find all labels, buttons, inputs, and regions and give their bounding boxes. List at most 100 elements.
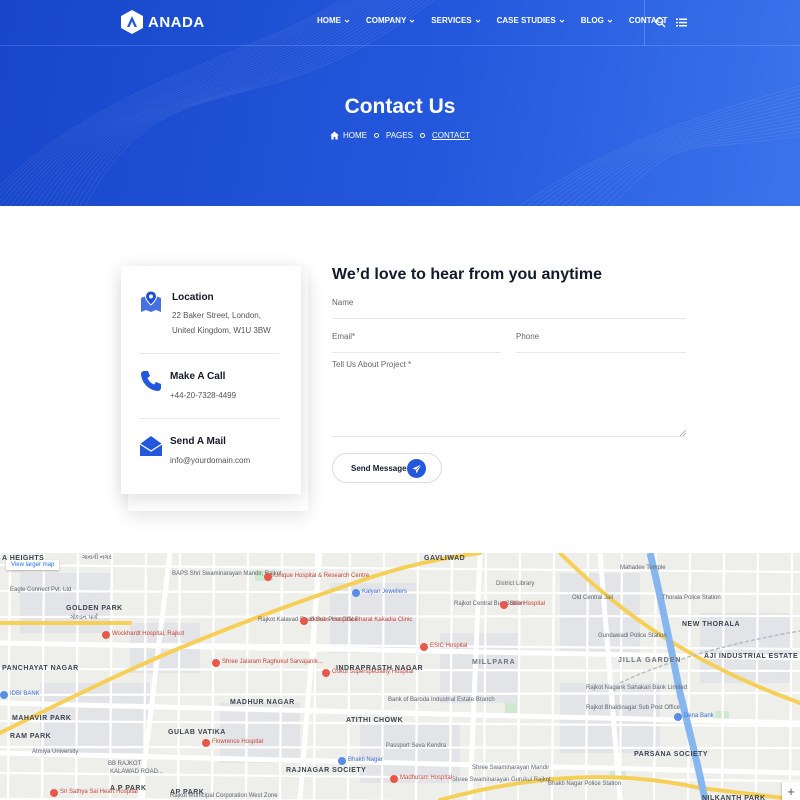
- nav-divider: [644, 0, 645, 46]
- map-poi-pin-icon[interactable]: [674, 713, 682, 721]
- map-poi-pin-icon[interactable]: [322, 669, 330, 677]
- map-place-label[interactable]: PARSANA SOCIETY: [634, 751, 708, 758]
- nav-item-label: HOME: [317, 16, 341, 25]
- map-place-label[interactable]: Dena Bank: [684, 713, 714, 720]
- map-place-label[interactable]: Bhakti Nagar: [348, 757, 383, 764]
- map-place-label[interactable]: NEW THORALA: [682, 621, 740, 628]
- map-place-label[interactable]: IDBI BANK: [10, 691, 40, 698]
- map-place-label[interactable]: GOLDEN PARK: [66, 605, 123, 612]
- map-place-label[interactable]: Flowrence Hospital: [212, 739, 263, 746]
- nav-item-case-studies[interactable]: CASE STUDIES: [497, 16, 565, 25]
- map-place-label[interactable]: RAM PARK: [10, 733, 51, 740]
- map-place-label[interactable]: Rajkot Bhaktinagar Sub Post Office: [586, 705, 680, 712]
- nav-item-label: COMPANY: [366, 16, 407, 25]
- map-place-label[interactable]: Bank of Baroda Industrial Estate Branch: [388, 697, 495, 704]
- map-poi-pin-icon[interactable]: [212, 659, 220, 667]
- map-place-label[interactable]: NILKANTH PARK: [702, 795, 766, 800]
- home-icon: [330, 131, 339, 140]
- map-place-label[interactable]: Shiv Hospital: [510, 601, 545, 608]
- map-place-label[interactable]: Shree Jalaram Raghukul Sarvajanik...: [222, 659, 323, 666]
- map-place-label[interactable]: Atmiya University: [32, 749, 78, 756]
- breadcrumb-home[interactable]: HOME: [343, 131, 367, 140]
- map-place-label[interactable]: Kalyan Jewellers: [362, 589, 407, 596]
- map-place-label[interactable]: A P PARK: [110, 785, 147, 792]
- mail-envelope-icon: [139, 436, 163, 456]
- map-place-label[interactable]: RAJNAGAR SOCIETY: [286, 767, 366, 774]
- map-place-label[interactable]: Bhakti Nagar Police Station: [548, 781, 621, 788]
- map-place-label[interactable]: AJI INDUSTRIAL ESTATE: [704, 653, 798, 660]
- location-map[interactable]: A HEIGHTS ગાયત્રી નગર Eagle Connect Pvt. L…: [0, 553, 800, 800]
- nav-item-label: SERVICES: [431, 16, 472, 25]
- page-title: Contact Us: [344, 95, 456, 118]
- send-message-button[interactable]: Send Message: [332, 453, 442, 483]
- map-poi-pin-icon[interactable]: [338, 757, 346, 765]
- name-field-wrapper: [332, 298, 686, 319]
- breadcrumb-pages[interactable]: PAGES: [386, 131, 413, 140]
- mail-address[interactable]: info@yourdomain.com: [170, 453, 250, 468]
- breadcrumb-separator-icon: [373, 133, 379, 138]
- map-place-label[interactable]: PANCHAYAT NAGAR: [2, 665, 79, 672]
- nav-item-blog[interactable]: BLOG: [581, 16, 613, 25]
- map-poi-pin-icon[interactable]: [202, 739, 210, 747]
- map-place-label[interactable]: Senses Hospital Bharat Kakadia Clinic: [310, 617, 412, 624]
- map-place-label[interactable]: Rajkot Municipal Corporation West Zone: [170, 793, 278, 800]
- map-place-label[interactable]: Eagle Connect Pvt. Ltd: [10, 587, 71, 594]
- breadcrumb-current[interactable]: CONTACT: [432, 131, 470, 140]
- phone-input[interactable]: [516, 332, 686, 341]
- search-icon[interactable]: [655, 17, 666, 28]
- chevron-down-icon: [475, 19, 480, 23]
- map-place-label[interactable]: MILLPARA: [472, 659, 516, 666]
- name-input[interactable]: [332, 298, 686, 307]
- map-place-label[interactable]: GAVLIWAD: [424, 555, 465, 562]
- map-place-label[interactable]: ATITHI CHOWK: [346, 717, 403, 724]
- map-place-label[interactable]: ESIC Hospital: [430, 643, 467, 650]
- brand-logo[interactable]: ANADA: [120, 9, 205, 35]
- map-place-label[interactable]: ગોલ્ડન પાર્ક: [70, 615, 98, 622]
- map-place-label[interactable]: INDRAPRASTH NAGAR: [336, 665, 423, 672]
- map-place-label[interactable]: Old Central Jail: [572, 595, 613, 602]
- map-place-label[interactable]: JILLA GARDEN: [618, 657, 681, 664]
- map-poi-pin-icon[interactable]: [420, 643, 428, 651]
- map-poi-pin-icon[interactable]: [300, 617, 308, 625]
- contact-form-title: We’d love to hear from you anytime: [332, 266, 602, 283]
- map-place-label[interactable]: MADHUR NAGAR: [230, 699, 295, 706]
- map-poi-pin-icon[interactable]: [500, 601, 508, 609]
- email-input[interactable]: [332, 332, 501, 341]
- map-place-label[interactable]: Rajkot Nagarik Sahakari Bank Limited: [586, 685, 687, 692]
- map-location-icon: [141, 290, 161, 312]
- map-poi-pin-icon[interactable]: [102, 631, 110, 639]
- map-place-label[interactable]: KALAWAD ROAD...: [110, 769, 163, 776]
- map-poi-pin-icon[interactable]: [352, 589, 360, 597]
- call-phone-number[interactable]: +44-20-7328-4499: [170, 388, 236, 403]
- map-place-label[interactable]: Shree Swaminarayan Mandir: [472, 765, 549, 772]
- map-place-label[interactable]: BB RAJKOT: [108, 761, 141, 768]
- nav-item-home[interactable]: HOME: [317, 16, 350, 25]
- resize-grip-icon[interactable]: [680, 430, 686, 436]
- map-place-label[interactable]: Gundawadi Police Station: [598, 633, 667, 640]
- map-place-label[interactable]: Passport Seva Kendra: [386, 743, 446, 750]
- nav-item-company[interactable]: COMPANY: [366, 16, 415, 25]
- menu-list-icon[interactable]: [676, 17, 687, 28]
- map-place-label[interactable]: ગાયત્રી નગર: [82, 555, 112, 562]
- view-larger-map-link[interactable]: View larger map: [6, 560, 60, 570]
- map-place-label[interactable]: Madhuram Hospital: [400, 775, 452, 782]
- project-textarea[interactable]: [332, 360, 686, 430]
- nav-item-services[interactable]: SERVICES: [431, 16, 480, 25]
- map-place-label[interactable]: GULAB VATIKA: [168, 729, 226, 736]
- project-field-wrapper: [332, 360, 686, 437]
- map-place-label[interactable]: Wockhardt Hospital, Rajkot: [112, 631, 184, 638]
- map-zoom-in-button[interactable]: +: [782, 782, 800, 800]
- map-place-label[interactable]: Thorala Police Station: [662, 595, 721, 602]
- map-place-label[interactable]: Unique Hospital & Research Centre: [274, 573, 369, 580]
- map-poi-pin-icon[interactable]: [264, 573, 272, 581]
- breadcrumb-separator-icon: [419, 133, 425, 138]
- map-poi-pin-icon[interactable]: [390, 775, 398, 783]
- contact-info-card: Location 22 Baker Street, London, United…: [121, 266, 301, 494]
- map-place-label[interactable]: MAHAVIR PARK: [12, 715, 71, 722]
- main-menu: HOME COMPANY SERVICES CASE STUDIES BLOG CONTA…: [317, 16, 683, 25]
- map-poi-pin-icon[interactable]: [50, 789, 58, 797]
- map-place-label[interactable]: Shree Swaminarayan Gurukul Rajkot: [452, 777, 551, 784]
- map-poi-pin-icon[interactable]: [0, 691, 8, 699]
- map-place-label[interactable]: District Library: [496, 581, 534, 588]
- map-place-label[interactable]: Mahadev Temple: [620, 565, 666, 572]
